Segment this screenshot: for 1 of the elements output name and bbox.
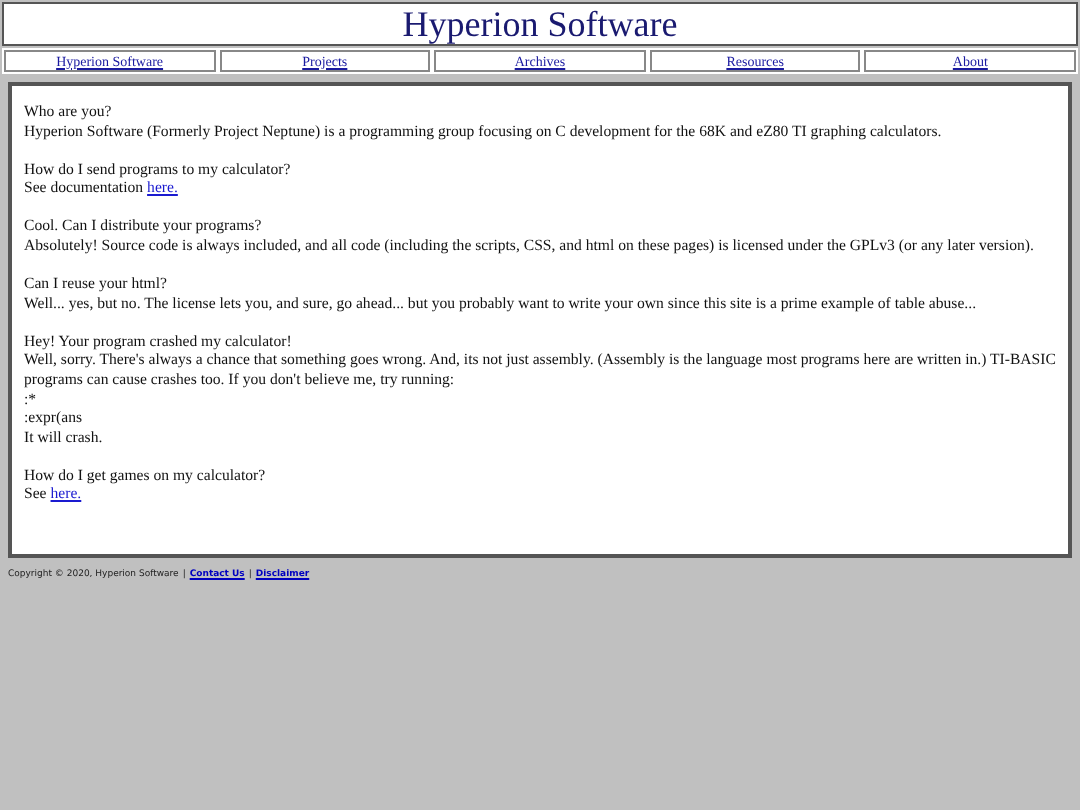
site-title: Hyperion Software (402, 4, 678, 44)
